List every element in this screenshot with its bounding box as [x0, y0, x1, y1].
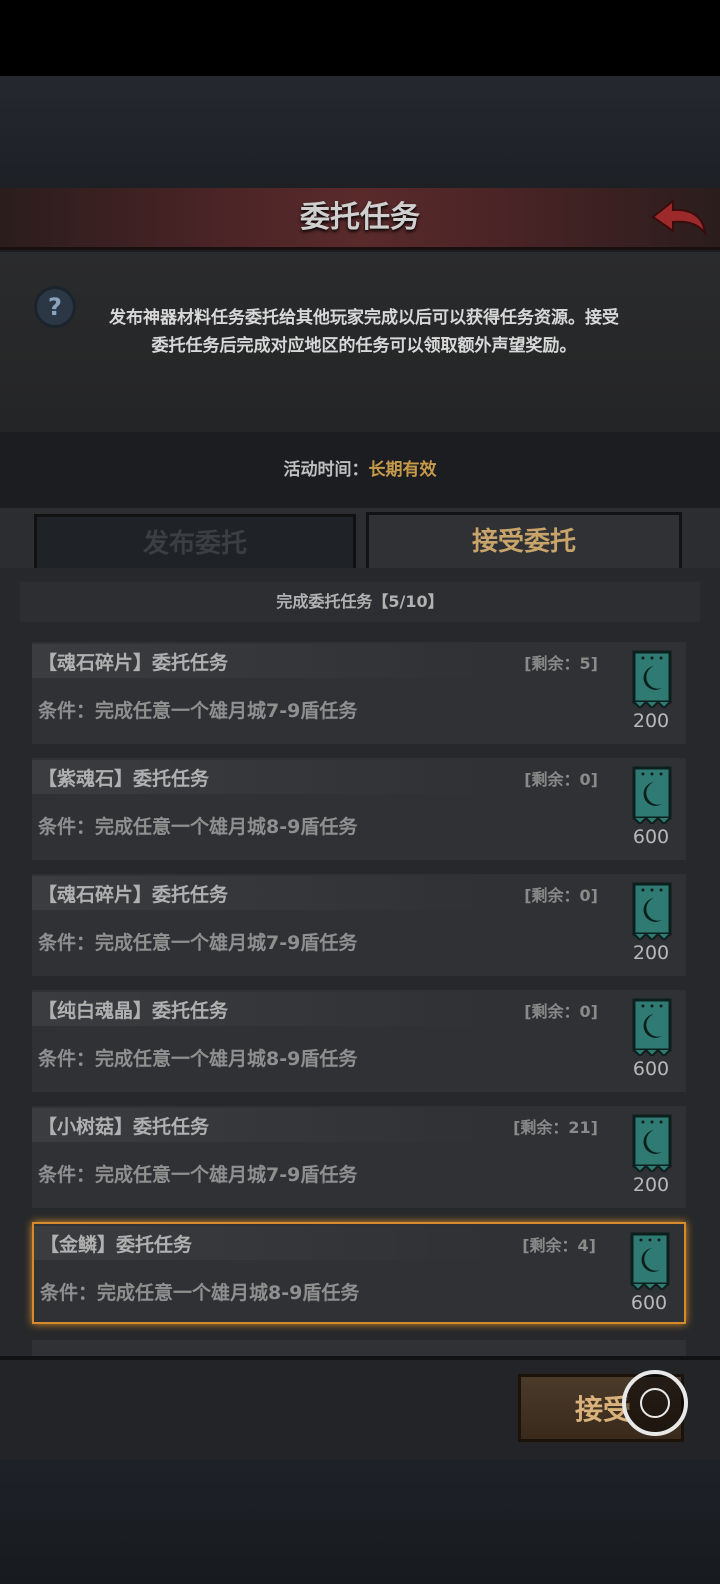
crescent-banner-icon [632, 650, 672, 708]
page-title: 委托任务 [300, 200, 420, 235]
info-description: 发布神器材料任务委托给其他玩家完成以后可以获得任务资源。接受 委托任务后完成对应… [84, 304, 644, 360]
task-title: 【纯白魂晶】委托任务 [38, 1000, 229, 1022]
back-arrow-icon [651, 198, 707, 237]
task-condition: 条件：完成任意一个雄月城7-9盾任务 [38, 1164, 358, 1186]
crescent-banner-icon [632, 766, 672, 824]
task-item[interactable]: 【魂石碎片】委托任务 [剩余：5] 条件：完成任意一个雄月城7-9盾任务 200 [32, 642, 686, 744]
reward-amount: 600 [632, 1058, 670, 1080]
task-item-selected[interactable]: 【金鳞】委托任务 [剩余：4] 条件：完成任意一个雄月城8-9盾任务 600 [32, 1222, 686, 1324]
help-icon[interactable]: ? [34, 286, 76, 328]
task-remain: [剩余：21] [513, 1118, 598, 1137]
status-bar-area [0, 0, 720, 76]
task-list[interactable]: 完成委托任务【5/10】 【魂石碎片】委托任务 [剩余：5] 条件：完成任意一个… [0, 568, 720, 1358]
reward-amount: 200 [632, 710, 670, 732]
task-remain: [剩余：4] [522, 1236, 596, 1255]
task-condition: 条件：完成任意一个雄月城8-9盾任务 [40, 1282, 360, 1304]
background-lower [0, 1460, 720, 1584]
crescent-banner-icon [632, 882, 672, 940]
task-remain: [剩余：0] [524, 1002, 598, 1021]
task-item[interactable]: 【魂石碎片】委托任务 [剩余：0] 条件：完成任意一个雄月城7-9盾任务 200 [32, 874, 686, 976]
task-condition: 条件：完成任意一个雄月城8-9盾任务 [38, 816, 358, 838]
task-item[interactable]: 【纯白魂晶】委托任务 [剩余：0] 条件：完成任意一个雄月城8-9盾任务 600 [32, 990, 686, 1092]
activity-time-value: 长期有效 [368, 460, 437, 480]
task-condition: 条件：完成任意一个雄月城7-9盾任务 [38, 700, 358, 722]
task-condition: 条件：完成任意一个雄月城8-9盾任务 [38, 1048, 358, 1070]
list-header: 完成委托任务【5/10】 [20, 582, 700, 622]
task-remain: [剩余：5] [524, 654, 598, 673]
reward-amount: 600 [630, 1292, 668, 1314]
info-line-2: 委托任务后完成对应地区的任务可以领取额外声望奖励。 [151, 336, 577, 356]
task-title: 【魂石碎片】委托任务 [38, 652, 229, 674]
activity-time: 活动时间：长期有效 [0, 432, 720, 508]
activity-time-label: 活动时间： [283, 460, 369, 480]
task-remain: [剩余：0] [524, 886, 598, 905]
task-item[interactable]: 【小树菇】委托任务 [剩余：21] 条件：完成任意一个雄月城7-9盾任务 200 [32, 1106, 686, 1208]
task-title: 【紫魂石】委托任务 [38, 768, 210, 790]
task-condition: 条件：完成任意一个雄月城7-9盾任务 [38, 932, 358, 954]
reward-amount: 600 [632, 826, 670, 848]
back-button[interactable] [648, 194, 710, 240]
task-title: 【金鳞】委托任务 [40, 1234, 193, 1256]
background-upper [0, 76, 720, 188]
floating-assist-icon [640, 1388, 670, 1418]
task-item[interactable]: 【紫魂石】委托任务 [剩余：0] 条件：完成任意一个雄月城8-9盾任务 600 [32, 758, 686, 860]
crescent-banner-icon [632, 998, 672, 1056]
tab-bar: 发布委托 接受委托 [0, 508, 720, 570]
task-title: 【魂石碎片】委托任务 [38, 884, 229, 906]
crescent-banner-icon [632, 1114, 672, 1172]
reward-amount: 200 [632, 1174, 670, 1196]
tab-accept[interactable]: 接受委托 [366, 512, 682, 570]
tab-publish[interactable]: 发布委托 [34, 514, 356, 570]
crescent-banner-icon [630, 1232, 670, 1290]
task-title: 【小树菇】委托任务 [38, 1116, 210, 1138]
task-remain: [剩余：0] [524, 770, 598, 789]
reward-amount: 200 [632, 942, 670, 964]
info-line-1: 发布神器材料任务委托给其他玩家完成以后可以获得任务资源。接受 [109, 308, 619, 328]
title-bar: 委托任务 [0, 188, 720, 250]
